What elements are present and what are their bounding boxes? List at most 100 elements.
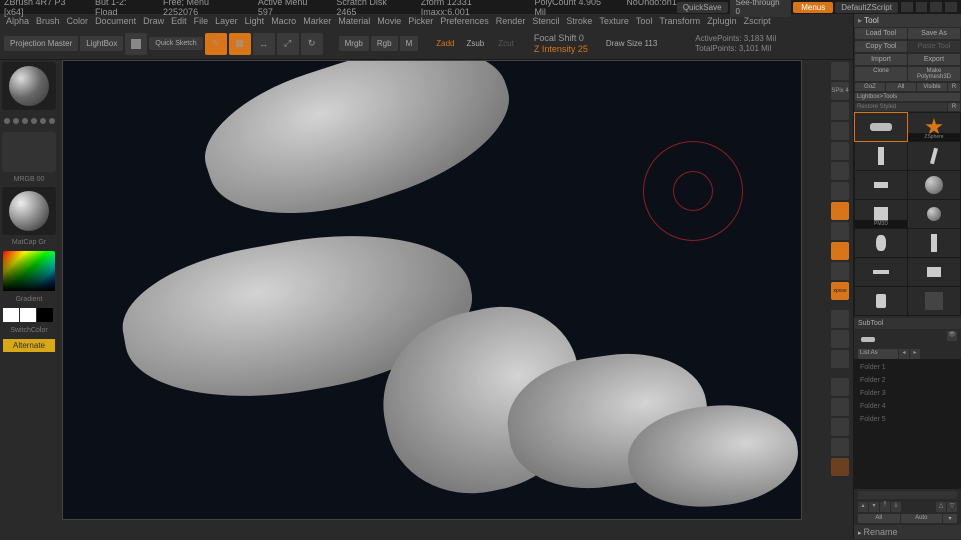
menu-material[interactable]: Material: [336, 16, 372, 26]
z-intensity-slider[interactable]: Z Intensity 25: [534, 44, 588, 54]
collapse-icon[interactable]: ▾: [943, 514, 957, 523]
switchcolor-label[interactable]: SwitchColor: [2, 325, 56, 336]
save-as-button[interactable]: Save As: [908, 28, 960, 39]
shelf-zoom-icon[interactable]: [831, 122, 849, 140]
shelf-localx-icon[interactable]: [831, 222, 849, 240]
menu-brush[interactable]: Brush: [34, 16, 62, 26]
menu-layer[interactable]: Layer: [213, 16, 240, 26]
shelf-xpose2-icon[interactable]: [831, 458, 849, 476]
tool-thumb[interactable]: [908, 229, 960, 257]
menu-draw[interactable]: Draw: [141, 16, 166, 26]
draw-size-slider[interactable]: Draw Size 113: [600, 36, 663, 51]
tool-thumb[interactable]: [855, 142, 907, 170]
nav-move-up-icon[interactable]: △: [936, 502, 946, 512]
subtool-list[interactable]: Folder 1 Folder 2 Folder 3 Folder 4 Fold…: [854, 359, 961, 489]
goz-button[interactable]: GoZ: [855, 83, 885, 91]
rename-section[interactable]: ▸ Rename: [854, 525, 961, 539]
shelf-ghost-icon[interactable]: [831, 418, 849, 436]
zcut-button[interactable]: Zcut: [492, 36, 520, 51]
edit-mode-icon[interactable]: ✎: [205, 33, 227, 55]
shelf-move-icon[interactable]: [831, 310, 849, 328]
shelf-scale-icon[interactable]: [831, 330, 849, 348]
nav-down-icon[interactable]: ▾: [869, 502, 879, 512]
rgb-button[interactable]: Rgb: [371, 36, 398, 51]
viewport-canvas[interactable]: [62, 60, 802, 520]
zadd-button[interactable]: Zadd: [432, 39, 458, 48]
subtool-active-thumb[interactable]: [858, 331, 878, 347]
nav-top-icon[interactable]: ⤒: [880, 502, 890, 512]
r-button[interactable]: R: [948, 103, 960, 111]
swatch-white[interactable]: [3, 308, 19, 322]
shelf-frame-icon[interactable]: [831, 262, 849, 280]
paste-tool-button[interactable]: Paste Tool: [908, 41, 960, 52]
clone-button[interactable]: Clone: [855, 67, 907, 81]
shelf-transp-icon[interactable]: [831, 398, 849, 416]
tool-thumb[interactable]: [855, 171, 907, 199]
shelf-polyf-icon[interactable]: [831, 378, 849, 396]
lightbox-button[interactable]: LightBox: [80, 36, 123, 51]
shelf-solo-icon[interactable]: [831, 438, 849, 456]
menu-zscript[interactable]: Zscript: [742, 16, 773, 26]
shelf-rotate-icon[interactable]: [831, 350, 849, 368]
stroke-dots[interactable]: [2, 112, 56, 130]
quicksave-button[interactable]: QuickSave: [677, 2, 728, 13]
menu-render[interactable]: Render: [494, 16, 528, 26]
menu-marker[interactable]: Marker: [301, 16, 333, 26]
tool-thumb[interactable]: [908, 171, 960, 199]
m-button[interactable]: M: [400, 36, 419, 51]
pin-icon[interactable]: [901, 2, 913, 12]
tool-thumb[interactable]: PM3D: [855, 200, 907, 228]
seethrough-slider[interactable]: See-through 0: [730, 0, 792, 17]
subtool-item[interactable]: Folder 5: [856, 413, 959, 426]
make-polymesh-button[interactable]: Make Polymesh3D: [908, 67, 960, 81]
menu-preferences[interactable]: Preferences: [438, 16, 491, 26]
tool-header[interactable]: Tool: [854, 14, 961, 27]
shelf-actual-icon[interactable]: [831, 142, 849, 160]
copy-tool-button[interactable]: Copy Tool: [855, 41, 907, 52]
draw-mode-icon[interactable]: ▦: [229, 33, 251, 55]
menu-light[interactable]: Light: [243, 16, 267, 26]
gradient-label[interactable]: Gradient: [2, 294, 56, 305]
goz-all-button[interactable]: All: [886, 83, 916, 91]
menus-button[interactable]: Menus: [793, 2, 833, 13]
shelf-scroll-icon[interactable]: [831, 102, 849, 120]
color-swatches[interactable]: [2, 307, 56, 323]
export-button[interactable]: Export: [908, 54, 960, 65]
shelf-persp-icon[interactable]: [831, 182, 849, 200]
tool-thumb[interactable]: [855, 258, 907, 286]
subtool-slider[interactable]: [858, 491, 957, 499]
tool-thumb[interactable]: ZSphere: [908, 113, 960, 141]
menu-stroke[interactable]: Stroke: [564, 16, 594, 26]
nav-move-down-icon[interactable]: ▽: [947, 502, 957, 512]
subtool-vis-icon[interactable]: 👁: [947, 331, 957, 341]
scale-icon[interactable]: ⤢: [277, 33, 299, 55]
list-right-icon[interactable]: ▸: [910, 349, 920, 359]
shelf-floor-icon[interactable]: [831, 202, 849, 220]
nav-bottom-icon[interactable]: ⤓: [891, 502, 901, 512]
subtool-header[interactable]: SubTool: [854, 318, 961, 329]
swatch-black[interactable]: [37, 308, 53, 322]
shelf-xpose-icon[interactable]: xpose: [831, 282, 849, 300]
tool-thumb[interactable]: [908, 142, 960, 170]
subtool-item[interactable]: Folder 3: [856, 387, 959, 400]
swatch-secondary[interactable]: [20, 308, 36, 322]
subtool-item[interactable]: Folder 4: [856, 400, 959, 413]
tool-thumb[interactable]: [908, 287, 960, 315]
menu-transform[interactable]: Transform: [657, 16, 702, 26]
restore-button[interactable]: Restore Styled: [855, 103, 947, 111]
lightbox-tools-button[interactable]: Lightbox>Tools: [855, 93, 960, 101]
menu-picker[interactable]: Picker: [406, 16, 435, 26]
shelf-bpr-icon[interactable]: [831, 62, 849, 80]
rotate-icon[interactable]: ↻: [301, 33, 323, 55]
subtool-item[interactable]: Folder 2: [856, 374, 959, 387]
quicksketch-label[interactable]: Quick Sketch: [149, 37, 202, 50]
move-icon[interactable]: ↔: [253, 33, 275, 55]
list-as-button[interactable]: List As: [858, 349, 898, 359]
menu-stencil[interactable]: Stencil: [530, 16, 561, 26]
goz-visible-button[interactable]: Visible: [917, 83, 947, 91]
menu-color[interactable]: Color: [65, 16, 91, 26]
close-icon[interactable]: [945, 2, 957, 12]
brush-slot[interactable]: [2, 62, 56, 110]
tool-thumb[interactable]: [908, 258, 960, 286]
menu-macro[interactable]: Macro: [269, 16, 298, 26]
